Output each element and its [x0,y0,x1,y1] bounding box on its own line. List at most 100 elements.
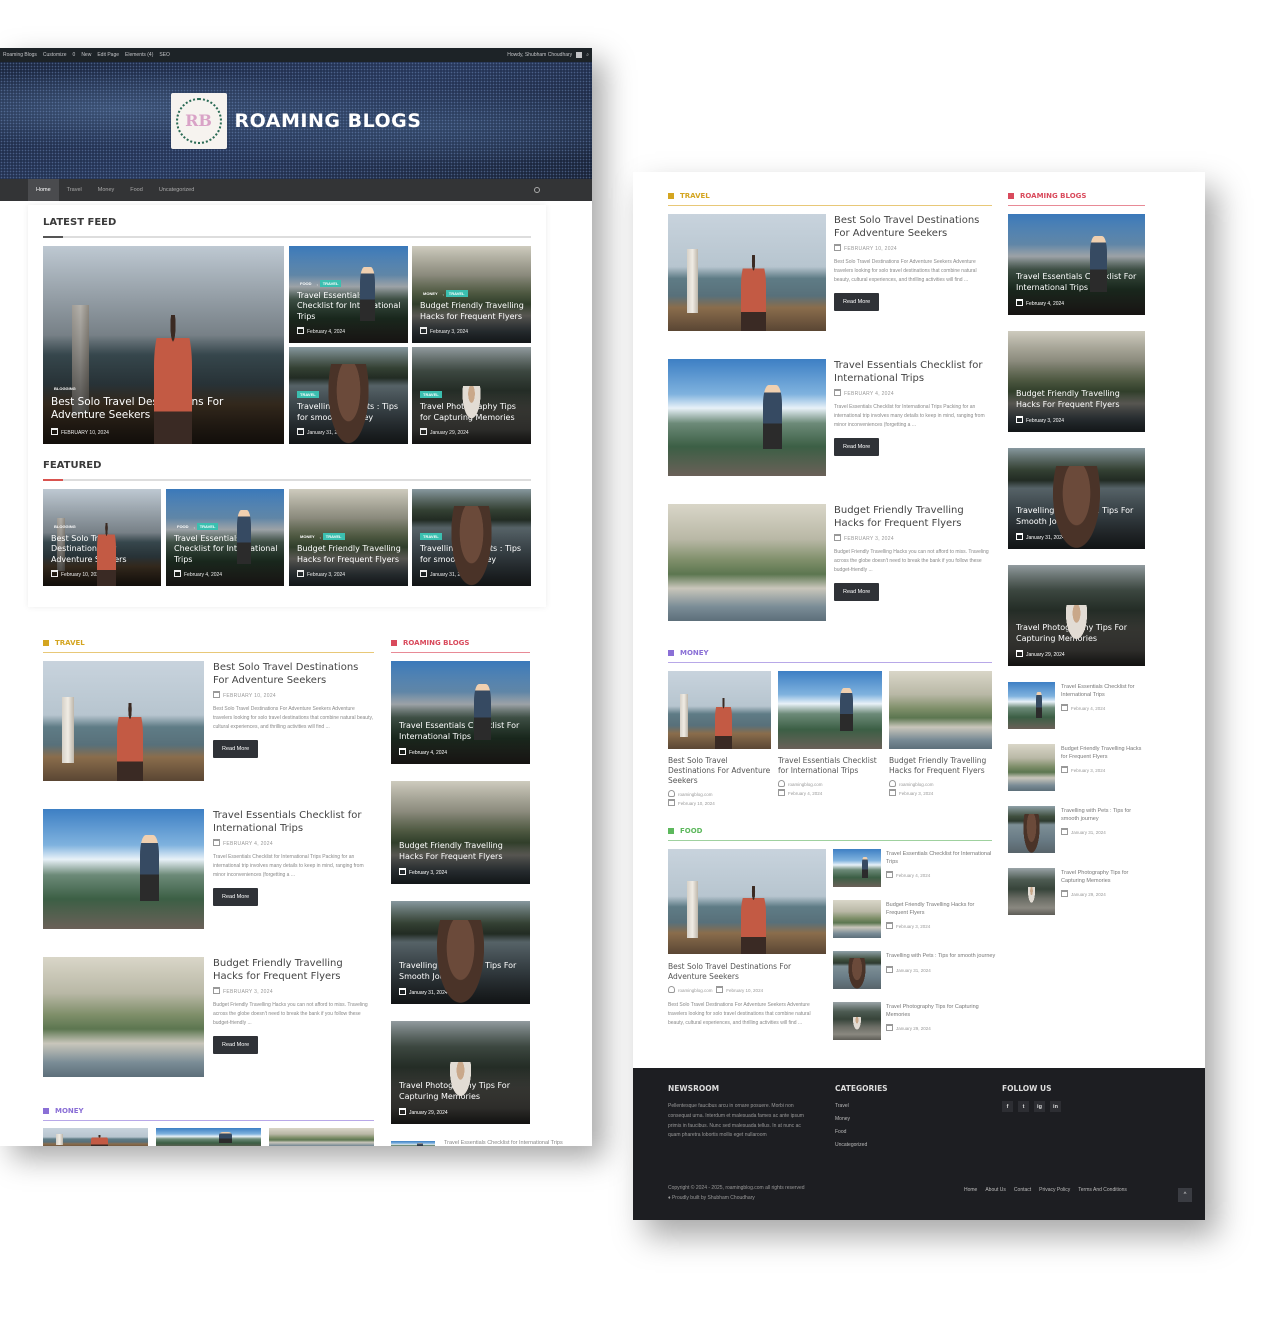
post-thumbnail[interactable] [1008,868,1055,915]
post-tag[interactable]: TRAVEL [445,290,468,298]
instagram-icon[interactable]: ig [1034,1101,1045,1112]
post-thumbnail[interactable] [43,957,204,1077]
footer-link-contact[interactable]: Contact [1014,1187,1031,1193]
admin-greeting[interactable]: Howdy, Shubham Choudhary [507,52,572,58]
post-thumbnail[interactable] [1008,744,1055,791]
post-tag[interactable]: TRAVEL [420,533,442,541]
footer-link-terms[interactable]: Terms And Conditions [1078,1187,1127,1193]
post-title[interactable]: Best Solo Travel Destinations For Advent… [668,756,771,786]
post-thumbnail[interactable] [391,1141,435,1146]
post-thumbnail[interactable] [833,900,881,938]
post-title[interactable]: Travel Essentials Checklist For Internat… [399,721,524,742]
post-title[interactable]: Travel Essentials Checklist for Internat… [1061,684,1146,699]
post-title[interactable]: Travel Essentials Checklist for Internat… [213,809,374,835]
post-title[interactable]: Budget Friendly Travelling Hacks for Fre… [213,957,374,983]
sidebar-tile[interactable]: Budget Friendly Travelling Hacks For Fre… [1008,331,1145,432]
post-title[interactable]: Travel Photography Tips For Capturing Me… [1016,623,1139,644]
back-to-top-button[interactable]: ^ [1178,1188,1192,1202]
post-thumbnail[interactable] [43,661,204,781]
twitter-icon[interactable]: t [1018,1101,1029,1112]
admin-edit-page-link[interactable]: Edit Page [97,52,119,58]
post-thumbnail[interactable] [668,214,826,331]
read-more-button[interactable]: Read More [213,888,259,906]
footer-category-link[interactable]: Food [835,1129,867,1135]
featured-tile[interactable]: BLOGGING Best Solo Travel Destinations F… [43,489,161,586]
post-title[interactable]: Travel Essentials Checklist for Internat… [886,851,996,866]
footer-category-link[interactable]: Travel [835,1103,867,1109]
admin-site-link[interactable]: Roaming Blogs [3,52,37,58]
sidebar-tile[interactable]: Travel Essentials Checklist For Internat… [391,661,530,764]
post-thumbnail[interactable] [833,951,881,989]
post-tag[interactable]: TRAVEL [319,279,342,287]
post-title[interactable]: Best Solo Travel Destinations For Advent… [668,962,826,982]
post-title[interactable]: Budget Friendly Travelling Hacks for Fre… [889,756,992,776]
post-tag[interactable]: TRAVEL [196,522,219,530]
footer-link-home[interactable]: Home [964,1187,977,1193]
post-title[interactable]: Best Solo Travel Destinations For Advent… [834,214,992,240]
post-title[interactable]: Travelling With Pets : Tips For Smooth J… [399,961,524,982]
post-thumbnail[interactable] [668,671,771,749]
sidebar-tile[interactable]: Budget Friendly Travelling Hacks For Fre… [391,781,530,884]
post-title[interactable]: Budget Friendly Travelling Hacks for Fre… [834,504,992,530]
post-thumbnail[interactable] [156,1128,261,1146]
nav-item-home[interactable]: Home [28,179,59,201]
footer-category-link[interactable]: Money [835,1116,867,1122]
sidebar-tile[interactable]: Travel Essentials Checklist For Internat… [1008,214,1145,315]
nav-search-icon[interactable] [534,187,540,193]
post-title[interactable]: Travel Essentials Checklist For Internat… [1016,272,1139,293]
latest-main-tile[interactable]: BLOGGING Best Solo Travel Destinations F… [43,246,284,444]
post-title[interactable]: Travel Essentials Checklist for Internat… [297,291,402,322]
post-title[interactable]: Budget Friendly Travelling Hacks For Fre… [399,841,524,862]
featured-tile[interactable]: TRAVEL Travelling with Pets : Tips for s… [412,489,531,586]
post-tag[interactable]: TRAVEL [420,391,442,399]
read-more-button[interactable]: Read More [834,293,880,311]
sidebar-tile[interactable]: Travelling With Pets : Tips For Smooth J… [391,901,530,1004]
post-thumbnail[interactable] [668,849,826,954]
post-title[interactable]: Budget Friendly Travelling Hacks for Fre… [886,902,996,917]
post-title[interactable]: Travel Photography Tips for Capturing Me… [886,1004,996,1019]
post-tag[interactable]: MONEY [420,290,441,297]
post-title[interactable]: Best Solo Travel Destinations For Advent… [51,396,278,423]
post-title[interactable]: Travelling With Pets : Tips For Smooth J… [1016,506,1139,527]
post-tag[interactable]: BLOGGING [51,385,79,392]
post-title[interactable]: Budget Friendly Travelling Hacks for Fre… [297,544,402,565]
post-title[interactable]: Travel Photography Tips for Capturing Me… [420,402,525,423]
latest-grid-tile[interactable]: MONEY, TRAVEL Budget Friendly Travelling … [412,246,531,343]
post-title[interactable]: Budget Friendly Travelling Hacks for Fre… [1061,746,1146,761]
post-thumbnail[interactable] [778,671,882,749]
post-tag[interactable]: TRAVEL [322,533,345,541]
latest-grid-tile[interactable]: FOOD, TRAVEL Travel Essentials Checklist … [289,246,408,343]
site-title[interactable]: ROAMING BLOGS [235,110,422,132]
featured-tile[interactable]: MONEY, TRAVEL Budget Friendly Travelling … [289,489,408,586]
footer-link-privacy[interactable]: Privacy Policy [1039,1187,1070,1193]
post-thumbnail[interactable] [668,504,826,621]
admin-comments-link[interactable]: 0 [73,52,76,58]
featured-tile[interactable]: FOOD, TRAVEL Travel Essentials Checklist … [166,489,284,586]
admin-customize-link[interactable]: Customize [43,52,67,58]
post-title[interactable]: Travelling with Pets : Tips for smooth j… [1061,808,1146,823]
read-more-button[interactable]: Read More [834,583,880,601]
post-title[interactable]: Travel Photography Tips for Capturing Me… [1061,870,1146,885]
post-tag[interactable]: FOOD [174,523,192,530]
post-title[interactable]: Travel Photography Tips For Capturing Me… [399,1081,524,1102]
sidebar-tile[interactable]: Travelling With Pets : Tips For Smooth J… [1008,448,1145,549]
admin-seo-link[interactable]: SEO [159,52,170,58]
footer-link-about[interactable]: About Us [985,1187,1006,1193]
post-tag[interactable]: FOOD [297,280,315,287]
footer-category-link[interactable]: Uncategorized [835,1142,867,1148]
post-thumbnail[interactable] [43,809,204,929]
latest-grid-tile[interactable]: TRAVEL Travel Photography Tips for Captu… [412,347,531,444]
post-title[interactable]: Best Solo Travel Destinations For Advent… [213,661,374,687]
nav-item-food[interactable]: Food [122,179,151,201]
post-title[interactable]: Travel Essentials Checklist for Internat… [444,1140,563,1146]
sidebar-tile[interactable]: Travel Photography Tips For Capturing Me… [1008,565,1145,666]
read-more-button[interactable]: Read More [834,438,880,456]
admin-new-link[interactable]: New [81,52,91,58]
post-thumbnail[interactable] [1008,806,1055,853]
admin-elements-link[interactable]: Elements (4) [125,52,153,58]
post-thumbnail[interactable] [833,1002,881,1040]
post-thumbnail[interactable] [889,671,992,749]
admin-search-icon[interactable]: ⌕ [586,52,589,58]
post-thumbnail[interactable] [43,1128,148,1146]
post-title[interactable]: Budget Friendly Travelling Hacks for Fre… [420,301,525,322]
